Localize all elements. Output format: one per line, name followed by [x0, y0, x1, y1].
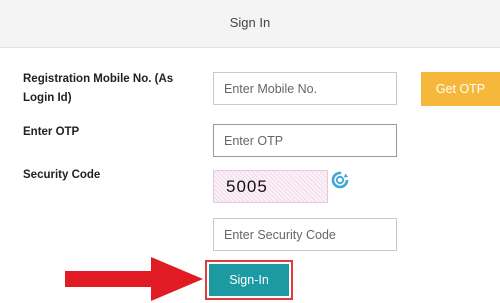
signin-button[interactable]: Sign-In: [209, 264, 289, 296]
refresh-icon[interactable]: [330, 170, 350, 190]
otp-input[interactable]: [213, 124, 397, 157]
mobile-label: Registration Mobile No. (As Login Id): [23, 73, 174, 104]
mobile-input[interactable]: [213, 72, 397, 105]
captcha-image: 5005: [213, 170, 328, 203]
security-code-label: Security Code: [23, 169, 101, 181]
signin-highlight: Sign-In: [205, 260, 293, 300]
security-code-input[interactable]: [213, 218, 397, 251]
captcha-code: 5005: [226, 177, 268, 196]
get-otp-button[interactable]: Get OTP: [421, 72, 500, 106]
pointer-arrow-icon: [65, 257, 203, 301]
page-title: Sign In: [229, 15, 271, 30]
otp-label: Enter OTP: [23, 126, 80, 138]
page-header: Sign In: [0, 0, 500, 48]
